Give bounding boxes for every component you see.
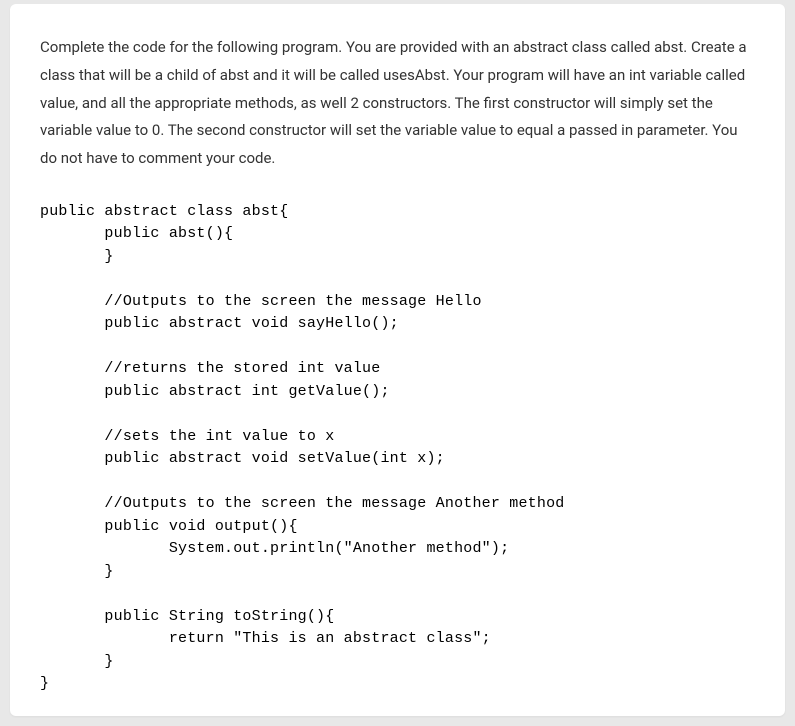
question-prompt: Complete the code for the following prog… xyxy=(40,34,755,173)
question-card: Complete the code for the following prog… xyxy=(10,4,785,716)
code-block: public abstract class abst{ public abst(… xyxy=(40,201,755,696)
